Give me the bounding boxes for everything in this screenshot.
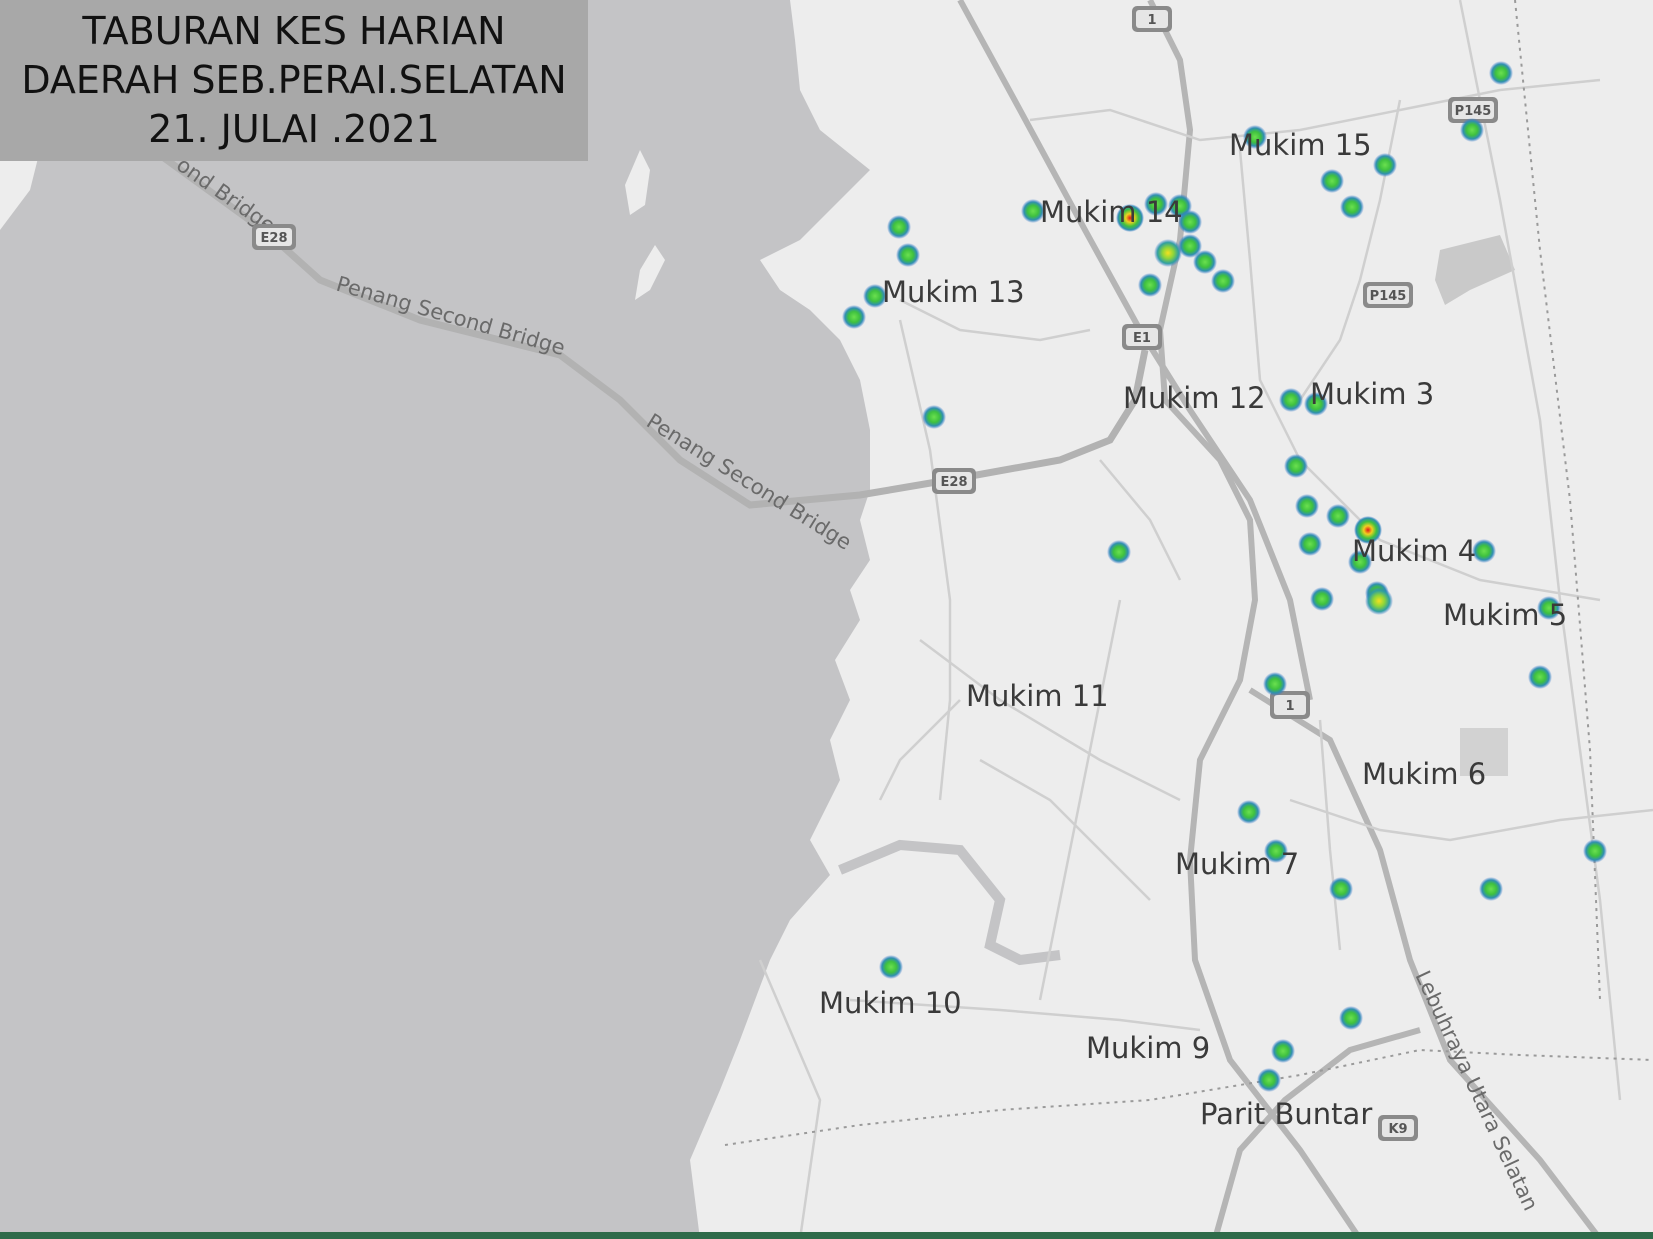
route-shield: E28 <box>252 224 296 250</box>
title-box: TABURAN KES HARIAN DAERAH SEB.PERAI.SELA… <box>0 0 588 161</box>
case-marker-hotspot <box>1365 587 1393 615</box>
place-label-parit-buntar: Parit Buntar <box>1200 1097 1372 1131</box>
case-marker <box>879 955 903 979</box>
svg-text:P145: P145 <box>1370 289 1407 304</box>
svg-text:K9: K9 <box>1388 1122 1407 1137</box>
case-marker-hotspot <box>1154 239 1182 267</box>
case-marker <box>1263 672 1287 696</box>
svg-text:E28: E28 <box>261 231 288 246</box>
place-label-mukim-4: Mukim 4 <box>1352 534 1476 568</box>
case-marker <box>1237 800 1261 824</box>
case-marker <box>1193 250 1217 274</box>
svg-text:1: 1 <box>1285 699 1294 714</box>
case-marker <box>1298 532 1322 556</box>
case-marker <box>887 215 911 239</box>
place-label-mukim-15: Mukim 15 <box>1229 128 1372 162</box>
place-label-mukim-9: Mukim 9 <box>1086 1031 1210 1065</box>
case-marker <box>1340 195 1364 219</box>
case-marker <box>1373 153 1397 177</box>
case-marker <box>1107 540 1131 564</box>
case-marker <box>1257 1068 1281 1092</box>
case-marker <box>1583 839 1607 863</box>
title-line-2: DAERAH SEB.PERAI.SELATAN <box>21 58 567 102</box>
case-marker <box>922 405 946 429</box>
route-shield: K9 <box>1378 1115 1418 1141</box>
case-marker <box>1320 169 1344 193</box>
place-label-mukim-14: Mukim 14 <box>1040 195 1183 229</box>
title-line-3: 21. JULAI .2021 <box>148 107 440 151</box>
case-marker <box>1329 877 1353 901</box>
svg-text:P145: P145 <box>1455 104 1492 119</box>
case-marker <box>1326 504 1350 528</box>
place-label-mukim-5: Mukim 5 <box>1443 598 1567 632</box>
svg-text:E1: E1 <box>1133 331 1151 346</box>
case-marker <box>1489 61 1513 85</box>
case-marker <box>1339 1006 1363 1030</box>
place-label-mukim-6: Mukim 6 <box>1362 757 1486 791</box>
case-marker <box>1279 388 1303 412</box>
case-marker <box>1138 273 1162 297</box>
svg-text:E28: E28 <box>941 475 968 490</box>
route-shield: E1 <box>1122 324 1162 350</box>
footer-bar <box>0 1232 1653 1239</box>
place-label-mukim-3: Mukim 3 <box>1310 377 1434 411</box>
case-marker <box>1310 587 1334 611</box>
place-label-mukim-7: Mukim 7 <box>1175 847 1299 881</box>
case-marker <box>1460 118 1484 142</box>
route-shield: P145 <box>1363 282 1413 308</box>
place-label-mukim-10: Mukim 10 <box>819 986 962 1020</box>
place-label-mukim-12: Mukim 12 <box>1123 381 1266 415</box>
case-marker <box>842 305 866 329</box>
case-marker <box>1211 269 1235 293</box>
svg-text:1: 1 <box>1147 13 1156 28</box>
case-marker <box>1271 1039 1295 1063</box>
case-marker <box>1479 877 1503 901</box>
route-shield: E28 <box>932 468 976 494</box>
map-canvas[interactable]: ond Bridge Penang Second Bridge Penang S… <box>0 0 1653 1239</box>
case-marker <box>1295 494 1319 518</box>
case-marker <box>1284 454 1308 478</box>
place-label-mukim-13: Mukim 13 <box>882 275 1025 309</box>
place-label-mukim-11: Mukim 11 <box>966 679 1109 713</box>
route-shield: 1 <box>1132 6 1172 32</box>
title-line-1: TABURAN KES HARIAN <box>82 9 506 53</box>
case-marker <box>896 243 920 267</box>
case-marker <box>1528 665 1552 689</box>
